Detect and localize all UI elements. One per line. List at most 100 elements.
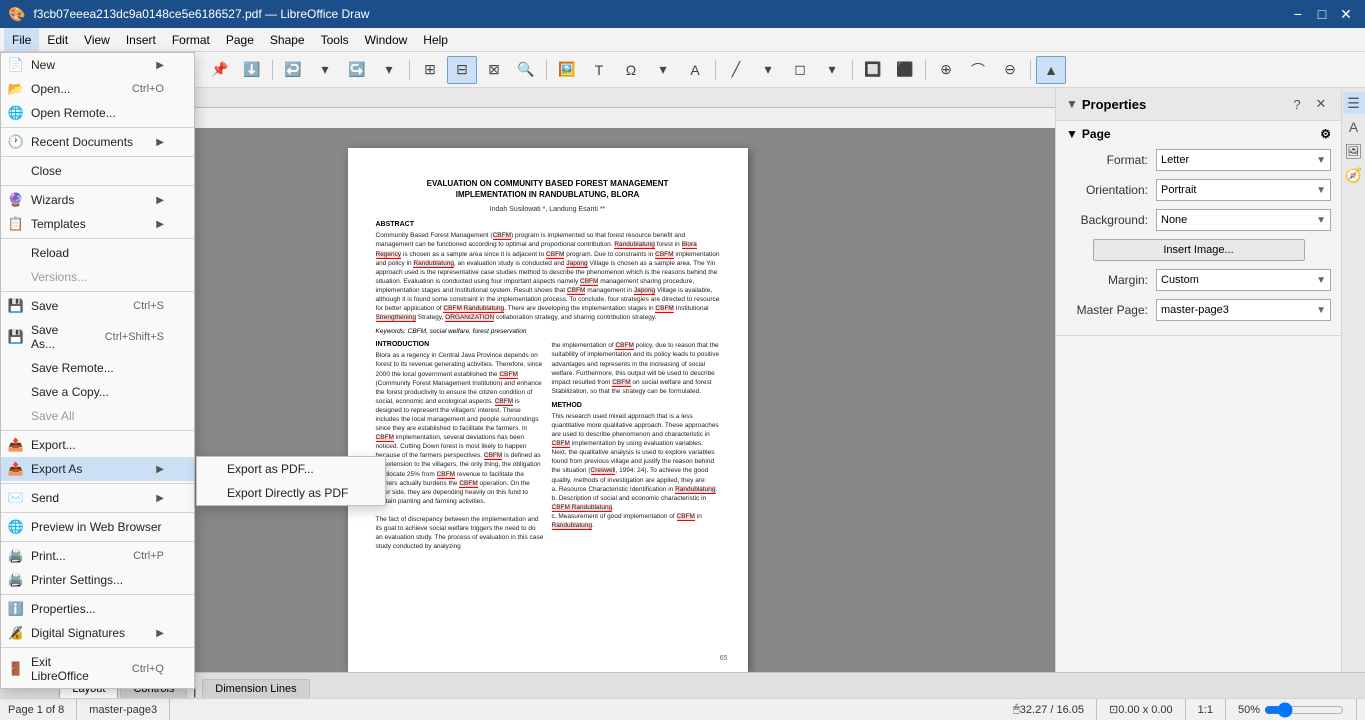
menu-item-save-copy[interactable]: Save a Copy... (1, 380, 194, 404)
menu-sep-7 (1, 483, 194, 484)
toolbar-line-arrow-btn[interactable]: ▾ (753, 56, 783, 84)
toolbar-shapes-btn[interactable]: ◻ (785, 56, 815, 84)
panel-styles-icon[interactable]: A (1343, 116, 1365, 138)
margin-select[interactable]: Custom ▼ (1156, 269, 1331, 291)
doc-abstract-text: Community Based Forest Management (CBFM)… (376, 231, 720, 322)
submenu-item-export-pdf[interactable]: Export as PDF... (197, 457, 385, 481)
menu-page[interactable]: Page (218, 28, 262, 51)
menu-sep-3 (1, 185, 194, 186)
menu-item-wizards[interactable]: 🔮 Wizards ▶ (1, 188, 194, 212)
menu-shape[interactable]: Shape (262, 28, 313, 51)
submenu-item-export-direct-pdf[interactable]: Export Directly as PDF (197, 481, 385, 505)
menu-item-save-remote[interactable]: Save Remote... (1, 356, 194, 380)
toolbar-undo-btn[interactable]: ↩️ (278, 56, 308, 84)
menu-help[interactable]: Help (415, 28, 456, 51)
format-select[interactable]: Letter ▼ (1156, 149, 1331, 171)
panel-help-btn[interactable]: ? (1287, 94, 1307, 114)
toolbar-shapes-arrow-btn[interactable]: ▾ (817, 56, 847, 84)
toolbar-zoom-btn[interactable]: 🔍 (511, 56, 541, 84)
menu-item-export[interactable]: 📤 Export... (1, 433, 194, 457)
panel-properties-icon[interactable]: ☰ (1343, 92, 1365, 114)
toolbar-toggle-point-btn[interactable]: ⊕ (931, 56, 961, 84)
toolbar-redo-arrow-btn[interactable]: ▾ (374, 56, 404, 84)
save-as-shortcut: Ctrl+Shift+S (105, 331, 164, 343)
menu-item-reload[interactable]: Reload (1, 241, 194, 265)
menu-item-recent[interactable]: 🕐 Recent Documents ▶ (1, 130, 194, 154)
toolbar-curve-btn[interactable]: ⌒ (963, 56, 993, 84)
format-dropdown-icon: ▼ (1316, 155, 1326, 166)
menu-insert[interactable]: Insert (118, 28, 164, 51)
menu-item-properties[interactable]: ℹ️ Properties... (1, 597, 194, 621)
position-value: 32.27 / 16.05 (1020, 704, 1084, 716)
menu-item-templates-label: Templates (31, 217, 86, 231)
doc-right-col-text: the implementation of CBFM policy, due t… (552, 341, 720, 396)
open-icon: 📂 (7, 80, 25, 98)
menu-item-templates[interactable]: 📋 Templates ▶ (1, 212, 194, 236)
status-position: 🖱 32.27 / 16.05 (1001, 699, 1097, 720)
insert-image-button[interactable]: Insert Image... (1093, 239, 1305, 261)
menu-item-wizards-label: Wizards (31, 193, 74, 207)
master-page-text: master-page3 (89, 704, 157, 716)
master-page-select[interactable]: master-page3 ▼ (1156, 299, 1331, 321)
menu-window[interactable]: Window (357, 28, 416, 51)
toolbar-paste-special-btn[interactable]: ⬇️ (237, 56, 267, 84)
menu-sep-2 (1, 156, 194, 157)
toolbar-sep-6 (852, 60, 853, 80)
toolbar-redo-btn[interactable]: ↪️ (342, 56, 372, 84)
page-section-expand-icon[interactable]: ▼ (1066, 127, 1078, 141)
menu-item-digital-signatures[interactable]: 🔏 Digital Signatures ▶ (1, 621, 194, 645)
toolbar-undo-arrow-btn[interactable]: ▾ (310, 56, 340, 84)
menu-item-save[interactable]: 💾 Save Ctrl+S (1, 294, 194, 318)
menu-item-exit[interactable]: 🚪 Exit LibreOffice Ctrl+Q (1, 650, 194, 688)
maximize-button[interactable]: □ (1311, 4, 1333, 24)
menu-item-open[interactable]: 📂 Open... Ctrl+O (1, 77, 194, 101)
background-select[interactable]: None ▼ (1156, 209, 1331, 231)
toolbar-paste-btn[interactable]: 📌 (205, 56, 235, 84)
zoom-slider[interactable] (1264, 702, 1344, 718)
minimize-button[interactable]: − (1287, 4, 1309, 24)
menu-tools[interactable]: Tools (313, 28, 357, 51)
document-page: EVALUATION ON COMMUNITY BASED FOREST MAN… (348, 148, 748, 672)
panel-gallery-icon[interactable]: 🖼 (1343, 140, 1365, 162)
menu-view[interactable]: View (76, 28, 118, 51)
panel-expand-icon[interactable]: ▼ (1066, 97, 1078, 111)
doc-method-text: This research used mixed approach that i… (552, 412, 720, 530)
menu-file[interactable]: File (4, 28, 39, 51)
status-zoom-percent: 50% (1226, 699, 1357, 720)
toolbar-sep-5 (715, 60, 716, 80)
menu-item-close[interactable]: Close (1, 159, 194, 183)
tab-dimension-lines[interactable]: Dimension Lines (202, 679, 309, 698)
export-as-arrow-icon: ▶ (156, 464, 164, 475)
toolbar-image-btn[interactable]: 🖼️ (552, 56, 582, 84)
panel-navigator-icon[interactable]: 🧭 (1343, 164, 1365, 186)
menu-item-send[interactable]: ✉️ Send ▶ (1, 486, 194, 510)
menu-item-digital-signatures-label: Digital Signatures (31, 626, 125, 640)
toolbar-shadow-btn[interactable]: 🔲 (858, 56, 888, 84)
close-button[interactable]: ✕ (1335, 4, 1357, 24)
toolbar-grid-btn[interactable]: ⊞ (415, 56, 445, 84)
menu-format[interactable]: Format (164, 28, 218, 51)
menu-item-preview-web[interactable]: 🌐 Preview in Web Browser (1, 515, 194, 539)
toolbar-textbox-btn[interactable]: T (584, 56, 614, 84)
menu-edit[interactable]: Edit (39, 28, 76, 51)
panel-header: ▼ Properties ? ✕ (1056, 88, 1341, 121)
toolbar-fontwork-btn[interactable]: A (680, 56, 710, 84)
menu-item-new[interactable]: 📄 New ▶ (1, 53, 194, 77)
toolbar-crop-btn[interactable]: ⬛ (890, 56, 920, 84)
page-section-settings-icon[interactable]: ⚙ (1320, 127, 1331, 141)
panel-close-btn[interactable]: ✕ (1311, 94, 1331, 114)
menu-item-open-remote[interactable]: 🌐 Open Remote... (1, 101, 194, 125)
toolbar-char-arrow-btn[interactable]: ▾ (648, 56, 678, 84)
menu-item-print[interactable]: 🖨️ Print... Ctrl+P (1, 544, 194, 568)
toolbar-special-char-btn[interactable]: Ω (616, 56, 646, 84)
toolbar-line-btn[interactable]: ╱ (721, 56, 751, 84)
toolbar-spacing-btn[interactable]: ⊠ (479, 56, 509, 84)
menu-item-export-as[interactable]: 📤 Export As ▶ Export as PDF... Export Di… (1, 457, 194, 481)
toolbar-select-btn[interactable]: ▲ (1036, 56, 1066, 84)
menu-item-save-as[interactable]: 💾 Save As... Ctrl+Shift+S (1, 318, 194, 356)
toolbar-glue-btn[interactable]: ⊖ (995, 56, 1025, 84)
orientation-select[interactable]: Portrait ▼ (1156, 179, 1331, 201)
toolbar-snap-btn[interactable]: ⊟ (447, 56, 477, 84)
menu-item-printer-settings[interactable]: 🖨️ Printer Settings... (1, 568, 194, 592)
menu-sep-11 (1, 647, 194, 648)
